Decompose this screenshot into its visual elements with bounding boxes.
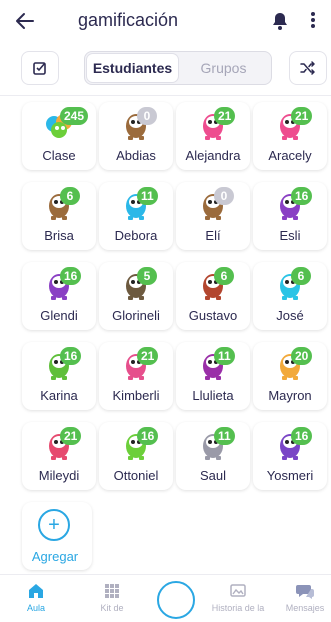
student-name: Karina <box>40 388 78 403</box>
student-card[interactable]: 16 Esli <box>253 182 327 250</box>
camera-button[interactable] <box>157 581 195 619</box>
nav-label-aula: Aula <box>26 603 45 613</box>
student-name: Mayron <box>268 388 312 403</box>
points-badge: 21 <box>214 107 236 125</box>
points-badge: 11 <box>137 187 158 205</box>
points-badge: 16 <box>291 427 313 445</box>
student-name: Yosmeri <box>266 468 314 483</box>
student-name: Mileydi <box>38 468 80 483</box>
points-badge: 0 <box>137 107 157 125</box>
student-card[interactable]: 16 Ottoniel <box>99 422 173 490</box>
nav-label-story: Historia de la <box>211 603 265 613</box>
grid-icon <box>105 584 119 598</box>
points-badge: 21 <box>291 107 313 125</box>
student-card[interactable]: 6 Brisa <box>22 182 96 250</box>
nav-label-kit: Kit de <box>100 603 124 613</box>
points-badge: 20 <box>291 347 313 365</box>
nav-item-kit[interactable]: Kit de <box>82 581 142 613</box>
points-badge: 16 <box>60 347 82 365</box>
tab-students[interactable]: Estudiantes <box>87 54 178 82</box>
back-arrow-icon[interactable] <box>14 10 38 32</box>
shuffle-icon <box>300 61 315 75</box>
student-card[interactable]: 11 Llulieta <box>176 342 250 410</box>
app-header: gamificación <box>0 0 331 42</box>
student-name: Alejandra <box>185 148 241 163</box>
student-card[interactable]: 0 Elí <box>176 182 250 250</box>
student-card[interactable]: 16 Karina <box>22 342 96 410</box>
bottom-nav: Aula Kit de Historia de la Mensajes <box>0 574 331 622</box>
page-title: gamificación <box>78 10 179 30</box>
nav-label-messages: Mensajes <box>285 603 325 613</box>
student-name: Aracely <box>268 148 312 163</box>
points-badge: 6 <box>60 187 80 205</box>
student-name: Llulieta <box>192 388 234 403</box>
points-badge: 21 <box>60 427 82 445</box>
points-badge: 16 <box>291 187 313 205</box>
student-name: Abdias <box>116 148 156 163</box>
student-card[interactable]: 11 Saul <box>176 422 250 490</box>
points-badge: 21 <box>137 347 159 365</box>
points-badge: 11 <box>214 347 235 365</box>
student-name: Brisa <box>44 228 74 243</box>
points-badge: 16 <box>137 427 159 445</box>
chat-icon <box>296 585 314 599</box>
divider <box>0 95 331 96</box>
student-name: Glorineli <box>112 308 160 323</box>
student-card[interactable]: 6 José <box>253 262 327 330</box>
student-name: Esli <box>279 228 301 243</box>
nav-item-story[interactable]: Historia de la <box>208 581 268 613</box>
view-toggle: Estudiantes Grupos <box>84 51 272 85</box>
points-badge: 6 <box>291 267 311 285</box>
toolbar: Estudiantes Grupos <box>0 48 331 88</box>
student-name: Gustavo <box>188 308 238 323</box>
points-badge: 0 <box>214 187 234 205</box>
student-card[interactable]: 21 Mileydi <box>22 422 96 490</box>
points-badge: 16 <box>60 267 82 285</box>
checkbox-icon <box>33 62 46 75</box>
points-badge: 5 <box>137 267 157 285</box>
add-student-button[interactable]: + Agregar <box>22 502 92 570</box>
student-card[interactable]: 21 Aracely <box>253 102 327 170</box>
student-card[interactable]: 16 Glendi <box>22 262 96 330</box>
student-card[interactable]: 16 Yosmeri <box>253 422 327 490</box>
student-card[interactable]: 245 Clase <box>22 102 96 170</box>
tab-groups[interactable]: Grupos <box>178 54 269 82</box>
bell-icon[interactable] <box>271 11 289 31</box>
nav-item-messages[interactable]: Mensajes <box>277 581 331 613</box>
home-icon <box>29 584 43 598</box>
student-name: Glendi <box>40 308 78 323</box>
nav-item-aula[interactable]: Aula <box>6 581 66 613</box>
story-icon <box>230 584 246 597</box>
student-card[interactable]: 21 Alejandra <box>176 102 250 170</box>
student-name: José <box>276 308 304 323</box>
more-options-icon[interactable] <box>309 12 317 30</box>
select-multiple-button[interactable] <box>21 51 59 85</box>
student-card[interactable]: 6 Gustavo <box>176 262 250 330</box>
points-badge: 11 <box>214 427 235 445</box>
student-name: Saul <box>199 468 227 483</box>
student-card[interactable]: 20 Mayron <box>253 342 327 410</box>
add-student-label: Agregar <box>31 549 79 564</box>
student-name: Clase <box>42 148 76 163</box>
student-card[interactable]: 21 Kimberli <box>99 342 173 410</box>
points-badge: 6 <box>214 267 234 285</box>
student-name: Debora <box>114 228 158 243</box>
student-name: Kimberli <box>112 388 160 403</box>
student-name: Ottoniel <box>113 468 159 483</box>
student-card[interactable]: 11 Debora <box>99 182 173 250</box>
student-card[interactable]: 0 Abdias <box>99 102 173 170</box>
points-badge: 245 <box>60 107 89 125</box>
student-name: Elí <box>205 228 221 243</box>
plus-icon: + <box>38 509 70 541</box>
student-card[interactable]: 5 Glorineli <box>99 262 173 330</box>
random-picker-button[interactable] <box>289 51 327 85</box>
